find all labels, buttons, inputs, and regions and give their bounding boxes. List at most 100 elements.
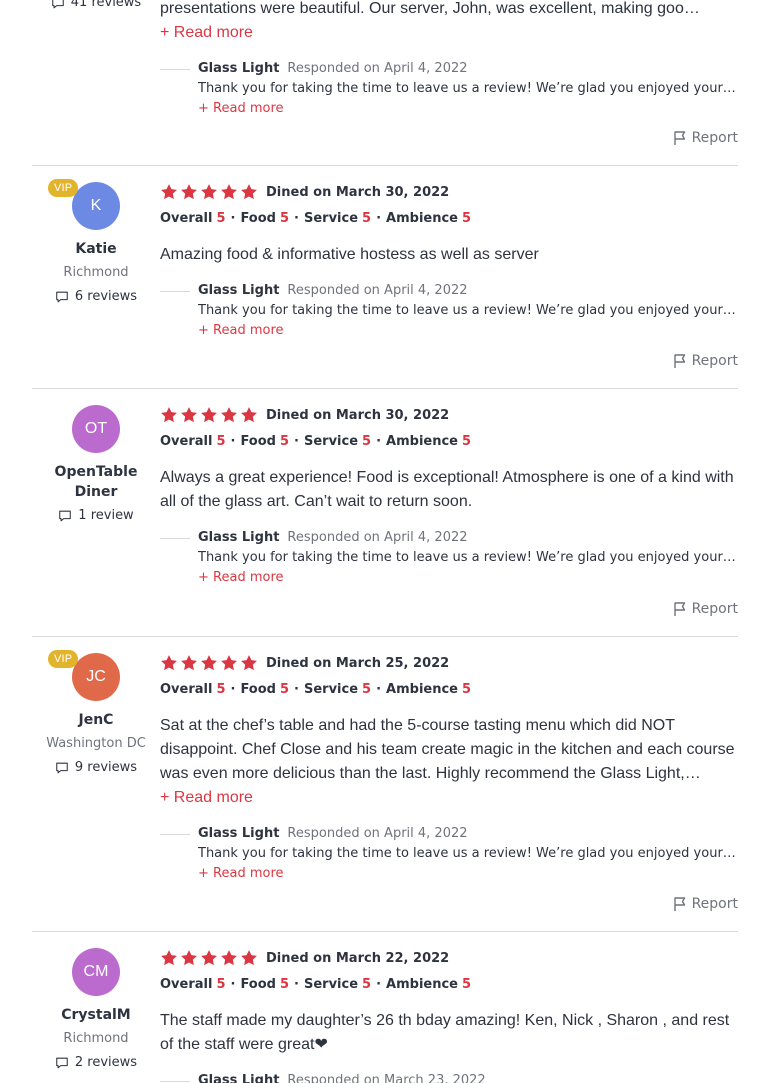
star-icon [201,407,217,423]
reviewer-name[interactable]: OpenTable Diner [32,462,160,502]
response-date: Responded on April 4, 2022 [287,826,468,841]
read-more-link[interactable]: + Read more [160,786,738,810]
reviewer-info: K VIP Katie Richmond 6 reviews [32,179,160,307]
star-icon [181,184,197,200]
score-food: 5 [279,211,290,226]
restaurant-response: Glass Light Responded on April 4, 2022 Tha… [160,528,738,588]
response-read-more-link[interactable]: + Read more [198,99,738,119]
star-icon [161,184,177,200]
score-label-ambience: Ambience [386,682,458,697]
response-text: Thank you for taking the time to leave u… [198,846,738,861]
score-food: 5 [279,977,290,992]
vip-badge: VIP [48,179,79,197]
response-read-more-link[interactable]: + Read more [198,864,738,884]
comment-icon [59,510,72,522]
response-name: Glass Light [198,283,280,298]
star-icon [221,407,237,423]
score-food: 5 [279,682,290,697]
score-overall: 5 [216,682,226,697]
restaurant-response: Glass Light Responded on April 4, 2022 Th… [160,59,738,119]
avatar[interactable]: K [72,182,120,230]
review-content: Dined on March 25, 2022 Overall 5 · Food 5 · Se… [160,653,738,884]
avatar[interactable]: JC [72,653,120,701]
score-label-overall: Overall [160,434,213,449]
review-divider [32,388,738,389]
star-icon [221,655,237,671]
response-name: Glass Light [198,530,280,545]
review-divider [32,165,738,166]
response-date: Responded on April 4, 2022 [287,61,468,76]
score-label-food: Food [240,977,276,992]
score-ambience: 5 [462,977,472,992]
reviewer-name[interactable]: JenC [32,710,160,730]
reviewer-info: OT OpenTable Diner 1 review [32,405,160,526]
review-text: Amazing food & informative hostess as we… [160,246,539,263]
star-icon [181,407,197,423]
report-button[interactable]: Report [672,599,738,619]
review-divider [32,931,738,932]
dined-date: Dined on March 30, 2022 [266,407,450,423]
reviewer-name[interactable]: Katie [32,239,160,259]
review-card: OT OpenTable Diner 1 review Dined on March … [32,405,738,636]
review-content: Dined on March 22, 2022 Overall 5 · Food 5 · Se… [160,948,738,1083]
score-service: 5 [362,434,372,449]
response-divider [160,834,190,835]
star-icon [201,184,217,200]
review-card: JC VIP JenC Washington DC 9 reviews Dined on … [32,650,738,931]
score-overall: 5 [216,211,226,226]
response-read-more-link[interactable]: + Read more [198,568,738,588]
vip-badge: VIP [48,650,79,668]
response-read-more-link[interactable]: + Read more [198,321,738,341]
avatar-wrap: OT [72,405,120,453]
score-overall: 5 [216,434,226,449]
read-more-link[interactable]: + Read more [160,21,738,45]
score-breakdown: Overall 5 · Food 5 · Service 5 · Ambience 5 [160,977,472,992]
score-label-overall: Overall [160,977,213,992]
score-food: 5 [279,434,290,449]
star-icon [161,407,177,423]
reviewer-location: Washington DC [46,736,146,751]
flag-icon [673,131,685,145]
avatar[interactable]: OT [72,405,120,453]
response-divider [160,291,190,292]
flag-icon [673,897,685,911]
star-icon [221,950,237,966]
comment-icon [56,291,68,303]
star-icon [241,950,257,966]
rating-row: Dined on March 30, 2022 [160,182,738,202]
score-ambience: 5 [462,434,472,449]
report-button[interactable]: Report [672,894,738,914]
rating-row: Dined on March 30, 2022 [160,405,738,425]
comment-icon [56,762,68,774]
dined-date: Dined on March 30, 2022 [266,184,450,200]
flag-icon [673,354,685,368]
score-ambience: 5 [462,682,472,697]
score-service: 5 [362,977,372,992]
score-service: 5 [362,211,372,226]
report-button[interactable]: Report [672,128,738,148]
review-text: The staff made my daughter’s 26 th bday … [160,1012,730,1053]
avatar[interactable]: CM [72,948,120,996]
response-date: Responded on March 23, 2022 [287,1073,486,1083]
restaurant-response: Glass Light Responded on April 4, 2022 Tha… [160,281,738,341]
reviewer-review-count: 9 reviews [32,758,160,778]
response-divider [160,1081,190,1082]
rating-row: Dined on March 25, 2022 [160,653,738,673]
review-card-partial: 41 reviews presentations were beautiful.… [32,0,738,165]
avatar-wrap: K VIP [48,179,120,230]
score-service: 5 [362,682,372,697]
score-label-ambience: Ambience [386,211,458,226]
star-rating [160,949,258,967]
report-button[interactable]: Report [672,351,738,371]
review-card: K VIP Katie Richmond 6 reviews Dined on March… [32,179,738,388]
reviewer-review-count: 2 reviews [32,1053,160,1073]
star-icon [181,950,197,966]
response-date: Responded on April 4, 2022 [287,283,468,298]
reviewer-location: Richmond [63,1031,129,1046]
review-card: CM CrystalM Richmond 2 reviews Dined on Marc… [32,948,738,1083]
reviewer-name[interactable]: CrystalM [32,1005,160,1025]
restaurant-response: Glass Light Responded on April 4, 2022 Tha… [160,824,738,884]
score-label-overall: Overall [160,211,213,226]
reviewer-location: Richmond [63,265,129,280]
star-icon [161,950,177,966]
